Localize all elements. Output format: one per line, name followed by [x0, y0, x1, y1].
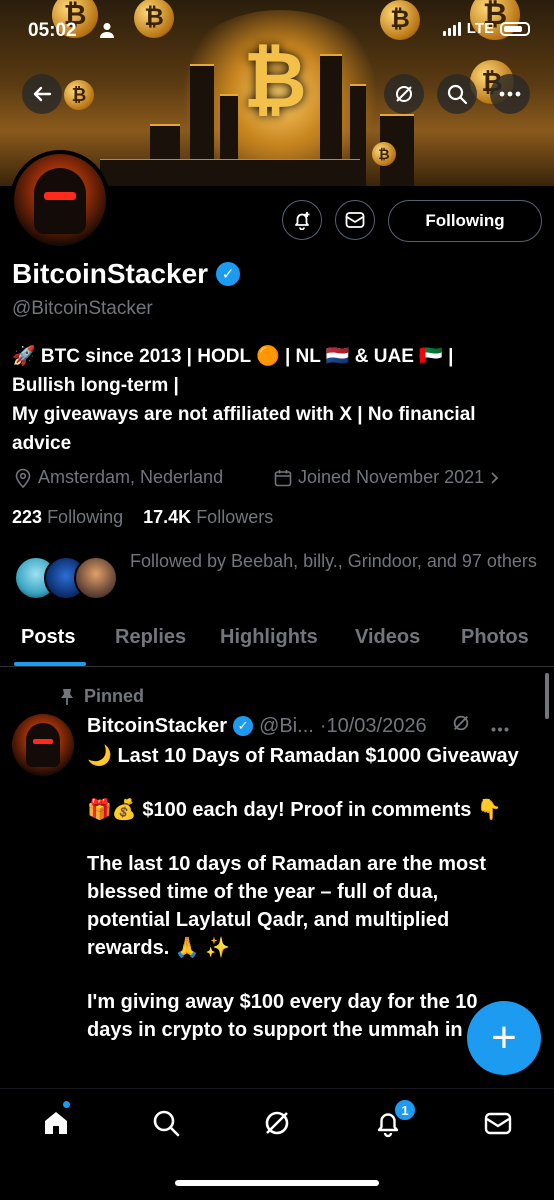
search-icon	[447, 84, 468, 105]
bio-line: My giveaways are not affiliated with X |…	[12, 404, 476, 425]
notification-badge: 1	[394, 1099, 416, 1121]
bio-line: advice	[12, 433, 72, 454]
nav-messages[interactable]	[482, 1107, 514, 1139]
person-icon	[100, 22, 114, 44]
grok-button[interactable]	[384, 74, 424, 114]
following-count: 223	[12, 507, 43, 527]
messages-icon	[484, 1112, 512, 1135]
followers-count: 17.4K	[143, 507, 192, 527]
compose-post-button[interactable]: +	[467, 1001, 541, 1075]
joined-text: Joined November 2021	[298, 467, 485, 487]
home-indicator[interactable]	[175, 1180, 379, 1186]
followers-label: Followers	[196, 507, 274, 527]
following-count-link[interactable]: 223 Following	[12, 507, 123, 527]
tab-highlights[interactable]: Highlights	[220, 626, 318, 649]
post-body[interactable]: 🌙 Last 10 Days of Ramadan $1000 Giveaway…	[87, 742, 527, 1044]
more-icon[interactable]	[491, 715, 509, 738]
chevron-right-icon	[491, 471, 499, 484]
post-author-name[interactable]: BitcoinStacker	[87, 715, 227, 738]
nav-search[interactable]	[150, 1107, 182, 1139]
back-arrow-icon	[33, 86, 52, 102]
profile-bio: 🚀 BTC since 2013 | HODL 🟠 | NL 🇳🇱 & UAE …	[12, 342, 546, 458]
pinned-text: Pinned	[84, 686, 145, 706]
nav-grok[interactable]	[261, 1107, 293, 1139]
post-author-handle[interactable]: @Bi...	[259, 715, 314, 738]
followed-by-text[interactable]: Followed by Beebah, billy., Grindoor, an…	[130, 548, 550, 575]
signal-icon	[442, 21, 461, 36]
profile-tabs: Posts Replies Highlights Videos Photos	[0, 612, 554, 667]
follower-avatar	[74, 556, 118, 600]
active-tab-indicator	[14, 662, 86, 666]
post-paragraph: 🌙 Last 10 Days of Ramadan $1000 Giveaway	[87, 745, 519, 767]
grok-icon	[265, 1111, 289, 1135]
follow-counts: 223 Following 17.4K Followers	[12, 507, 273, 528]
network-label: LTE	[466, 20, 494, 37]
pin-icon	[61, 688, 73, 705]
joined-date[interactable]: Joined November 2021	[274, 467, 500, 488]
followers-count-link[interactable]: 17.4K Followers	[143, 507, 273, 527]
tab-posts[interactable]: Posts	[21, 626, 75, 649]
pinned-label: Pinned	[60, 686, 144, 707]
bio-line: Bullish long-term |	[12, 375, 179, 396]
search-button[interactable]	[437, 74, 477, 114]
back-button[interactable]	[22, 74, 62, 114]
location: Amsterdam, Nederland	[14, 467, 223, 488]
more-button[interactable]	[490, 74, 530, 114]
grok-icon	[396, 86, 412, 102]
post-paragraph: The last 10 days of Ramadan are the most…	[87, 853, 487, 959]
profile-name-row: BitcoinStacker ✓	[12, 258, 241, 290]
notify-button[interactable]	[282, 200, 322, 240]
search-icon	[153, 1110, 180, 1137]
plus-icon: +	[491, 1013, 517, 1062]
grok-icon[interactable]	[451, 713, 471, 739]
verified-badge-icon: ✓	[233, 716, 254, 736]
profile-name: BitcoinStacker	[12, 258, 209, 289]
tab-photos[interactable]: Photos	[461, 626, 529, 649]
status-time: 05:02	[28, 20, 77, 41]
battery-icon	[500, 21, 530, 36]
home-unread-dot	[63, 1101, 70, 1108]
calendar-icon	[274, 469, 292, 486]
verified-badge-icon[interactable]: ✓	[216, 262, 241, 286]
status-bar: 05:02 LTE	[28, 18, 530, 46]
following-label: Following	[47, 507, 124, 527]
location-text: Amsterdam, Nederland	[38, 467, 224, 487]
location-pin-icon	[15, 468, 31, 488]
post-paragraph: I'm giving away $100 every day for the 1…	[87, 991, 478, 1041]
bell-plus-icon	[295, 212, 310, 230]
scrollbar[interactable]	[545, 673, 549, 719]
nav-home[interactable]	[40, 1107, 72, 1139]
post-author-avatar[interactable]	[12, 714, 74, 776]
more-icon	[499, 91, 521, 97]
profile-avatar[interactable]	[10, 150, 110, 250]
post-header: BitcoinStacker ✓ @Bi... ·10/03/2026	[87, 713, 509, 739]
envelope-icon	[345, 212, 365, 228]
message-button[interactable]	[335, 200, 375, 240]
tab-replies[interactable]: Replies	[115, 626, 186, 649]
home-icon	[45, 1112, 67, 1134]
following-button[interactable]: Following	[388, 200, 542, 242]
tab-videos[interactable]: Videos	[355, 626, 420, 649]
bio-line: 🚀 BTC since 2013 | HODL 🟠 | NL 🇳🇱 & UAE …	[12, 346, 454, 367]
post-date: ·10/03/2026	[319, 714, 427, 737]
profile-handle: @BitcoinStacker	[12, 298, 153, 319]
post-paragraph: 🎁💰 $100 each day! Proof in comments 👇	[87, 799, 502, 821]
